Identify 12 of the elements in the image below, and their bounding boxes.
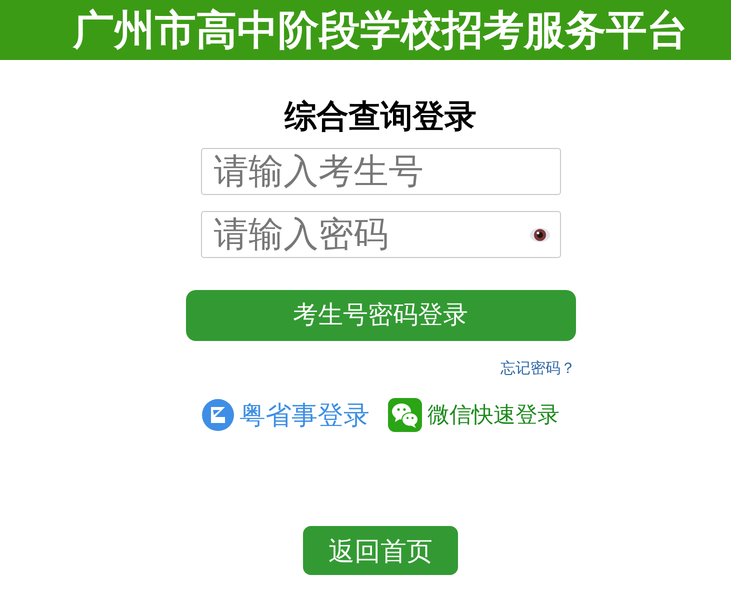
chat-bubbles-icon xyxy=(388,398,422,432)
forgot-password-link[interactable]: 忘记密码？ xyxy=(500,361,576,376)
login-heading: 综合查询登录 xyxy=(284,100,476,132)
input-field[interactable]: 请输入考生号 xyxy=(200,148,560,195)
back-home-button[interactable]: 返回首页 xyxy=(303,526,458,575)
wechat-login-link[interactable]: 微信快速登录 xyxy=(428,404,560,426)
app-login-link[interactable]: 粤省事登录 xyxy=(240,402,370,428)
page-title: 广州市高中阶段学校招考服务平台 xyxy=(73,10,688,50)
password-field[interactable]: 请输入密码 xyxy=(200,211,560,258)
eye-icon[interactable] xyxy=(530,226,550,242)
app-logo-icon xyxy=(202,399,234,431)
login-button[interactable]: 考生号密码登录 xyxy=(186,290,576,341)
